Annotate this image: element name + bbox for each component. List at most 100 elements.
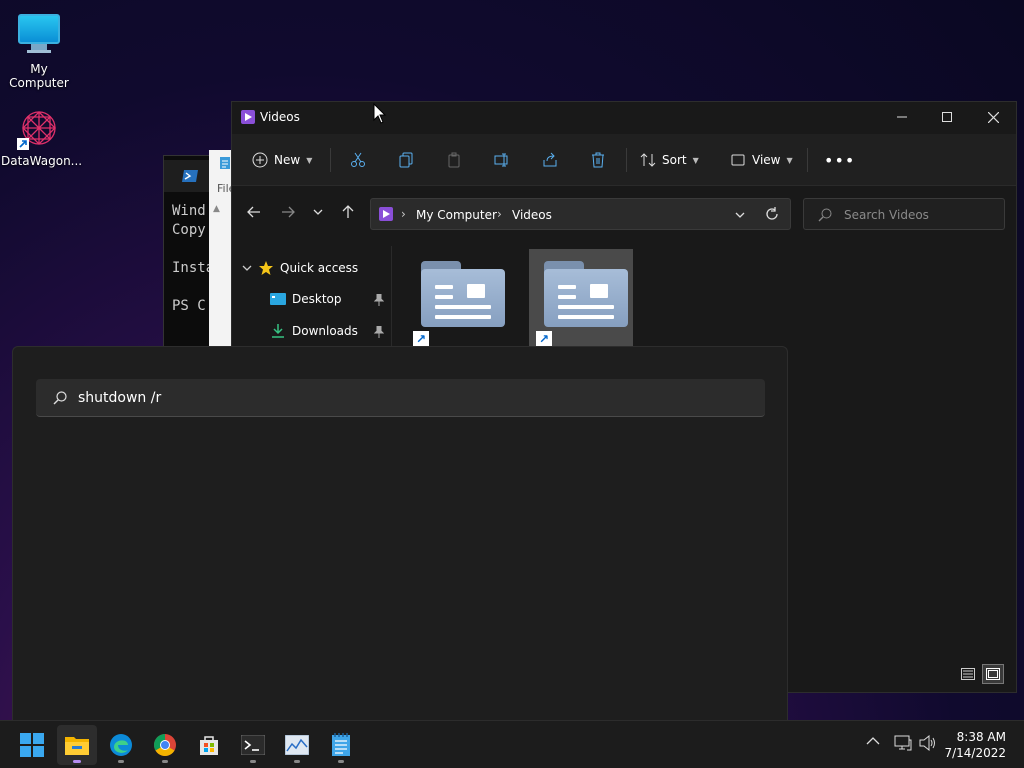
network-icon	[894, 735, 912, 751]
refresh-icon[interactable]	[765, 207, 779, 221]
more-options-button[interactable]: •••	[824, 146, 855, 174]
close-icon	[987, 111, 999, 123]
folder-shortcut-item[interactable]: ↗	[406, 249, 510, 349]
chevron-down-icon: ▼	[786, 155, 793, 165]
taskbar-store[interactable]	[189, 725, 229, 765]
desktop-icon-my-computer[interactable]: My Computer	[1, 8, 77, 90]
paste-button[interactable]	[446, 146, 462, 174]
title-bar[interactable]: Videos	[232, 102, 1016, 132]
volume-button[interactable]	[919, 734, 937, 754]
view-button[interactable]: View ▼	[730, 146, 793, 174]
address-bar[interactable]: › My Computer › Videos	[370, 198, 791, 230]
notepad-icon	[332, 733, 350, 756]
taskbar-terminal[interactable]	[233, 725, 273, 765]
share-button[interactable]	[542, 146, 558, 174]
copy-button[interactable]	[398, 146, 414, 174]
tiles-view-button[interactable]	[982, 664, 1004, 684]
minimize-icon	[897, 116, 907, 118]
breadcrumb-separator-icon: ›	[401, 207, 406, 221]
videos-folder-icon	[379, 207, 393, 221]
share-icon	[543, 152, 557, 167]
view-icon	[731, 154, 745, 166]
paste-icon	[448, 152, 460, 168]
search-videos-box[interactable]: Search Videos	[803, 198, 1005, 230]
desktop-icon-label: DataWagon...	[1, 154, 83, 168]
powershell-tab[interactable]	[164, 160, 210, 192]
chevron-up-icon	[866, 737, 880, 745]
chevron-down-icon	[242, 265, 252, 271]
taskbar-file-explorer[interactable]	[57, 725, 97, 765]
search-icon	[53, 391, 67, 405]
nav-item-desktop[interactable]: Desktop	[270, 292, 386, 306]
breadcrumb-separator-icon: ›	[497, 207, 502, 221]
videos-folder-icon	[241, 110, 255, 124]
recent-locations-button[interactable]	[306, 200, 330, 224]
scissors-icon	[351, 152, 365, 167]
plus-circle-icon	[252, 152, 268, 168]
desktop-icon-datawagon[interactable]: DataWagon...	[1, 106, 83, 168]
back-button[interactable]	[242, 200, 266, 224]
breadcrumb-my-computer[interactable]: My Computer	[416, 208, 497, 222]
details-view-icon	[961, 668, 975, 680]
nav-item-label: Downloads	[292, 324, 358, 338]
minimize-button[interactable]	[879, 102, 925, 132]
chevron-down-icon: ▼	[306, 155, 313, 165]
pin-icon	[374, 294, 384, 306]
more-icon: •••	[824, 150, 856, 170]
network-status-button[interactable]	[894, 735, 912, 754]
rename-icon	[494, 153, 508, 167]
nav-item-downloads[interactable]: Downloads	[270, 324, 386, 338]
address-history-icon[interactable]	[735, 211, 745, 219]
taskbar-edge[interactable]	[101, 725, 141, 765]
powershell-icon	[182, 170, 198, 182]
breadcrumb-videos[interactable]: Videos	[512, 208, 552, 222]
folder-shortcut-item[interactable]: ↗	[529, 249, 633, 349]
rename-button[interactable]	[494, 146, 510, 174]
sort-button[interactable]: Sort ▼	[640, 146, 699, 174]
nav-item-label: Quick access	[280, 261, 359, 275]
taskbar-resource-monitor[interactable]	[277, 725, 317, 765]
taskbar-chrome[interactable]	[145, 725, 185, 765]
search-input[interactable]: shutdown /r	[78, 390, 738, 406]
arrow-up-icon	[342, 205, 354, 218]
chevron-down-icon	[313, 209, 323, 215]
desktop-icon-label: My Computer	[9, 62, 69, 90]
mouse-cursor-icon	[373, 103, 387, 124]
desktop-icon	[270, 293, 286, 305]
start-button[interactable]	[12, 725, 52, 765]
pin-icon	[374, 326, 384, 338]
close-button[interactable]	[970, 102, 1016, 132]
maximize-icon	[942, 112, 952, 122]
store-icon	[200, 736, 218, 755]
performance-monitor-icon	[285, 735, 309, 755]
maximize-button[interactable]	[924, 102, 970, 132]
up-button[interactable]	[336, 200, 360, 224]
nav-item-label: Desktop	[292, 292, 342, 306]
volume-icon	[919, 734, 935, 752]
notepad-icon	[220, 157, 230, 169]
taskbar: 8:38 AM 7/14/2022	[0, 720, 1024, 768]
show-hidden-icons-button[interactable]	[866, 735, 880, 749]
clock[interactable]: 8:38 AM 7/14/2022	[944, 729, 1006, 761]
nav-item-quick-access[interactable]: Quick access	[242, 260, 358, 276]
search-panel: shutdown /r	[12, 346, 788, 722]
edge-icon	[110, 734, 132, 756]
clock-date: 7/14/2022	[944, 746, 1006, 760]
copy-icon	[399, 152, 413, 168]
forward-button[interactable]	[276, 200, 300, 224]
datawagon-icon	[17, 106, 61, 150]
file-explorer-icon	[65, 737, 89, 755]
details-view-button[interactable]	[958, 664, 978, 684]
cut-button[interactable]	[350, 146, 366, 174]
new-button[interactable]: New ▼	[252, 146, 312, 174]
search-placeholder: Search Videos	[844, 208, 929, 222]
search-box[interactable]: shutdown /r	[36, 379, 765, 417]
delete-button[interactable]	[590, 146, 606, 174]
clock-time: 8:38 AM	[956, 730, 1006, 744]
chrome-icon	[154, 734, 176, 756]
taskbar-notepad[interactable]	[321, 725, 361, 765]
scroll-up-icon[interactable]: ▲	[213, 204, 220, 214]
navigation-bar: › My Computer › Videos Search Videos	[232, 190, 1016, 234]
sort-icon	[640, 153, 656, 167]
window-title: Videos	[260, 110, 300, 124]
